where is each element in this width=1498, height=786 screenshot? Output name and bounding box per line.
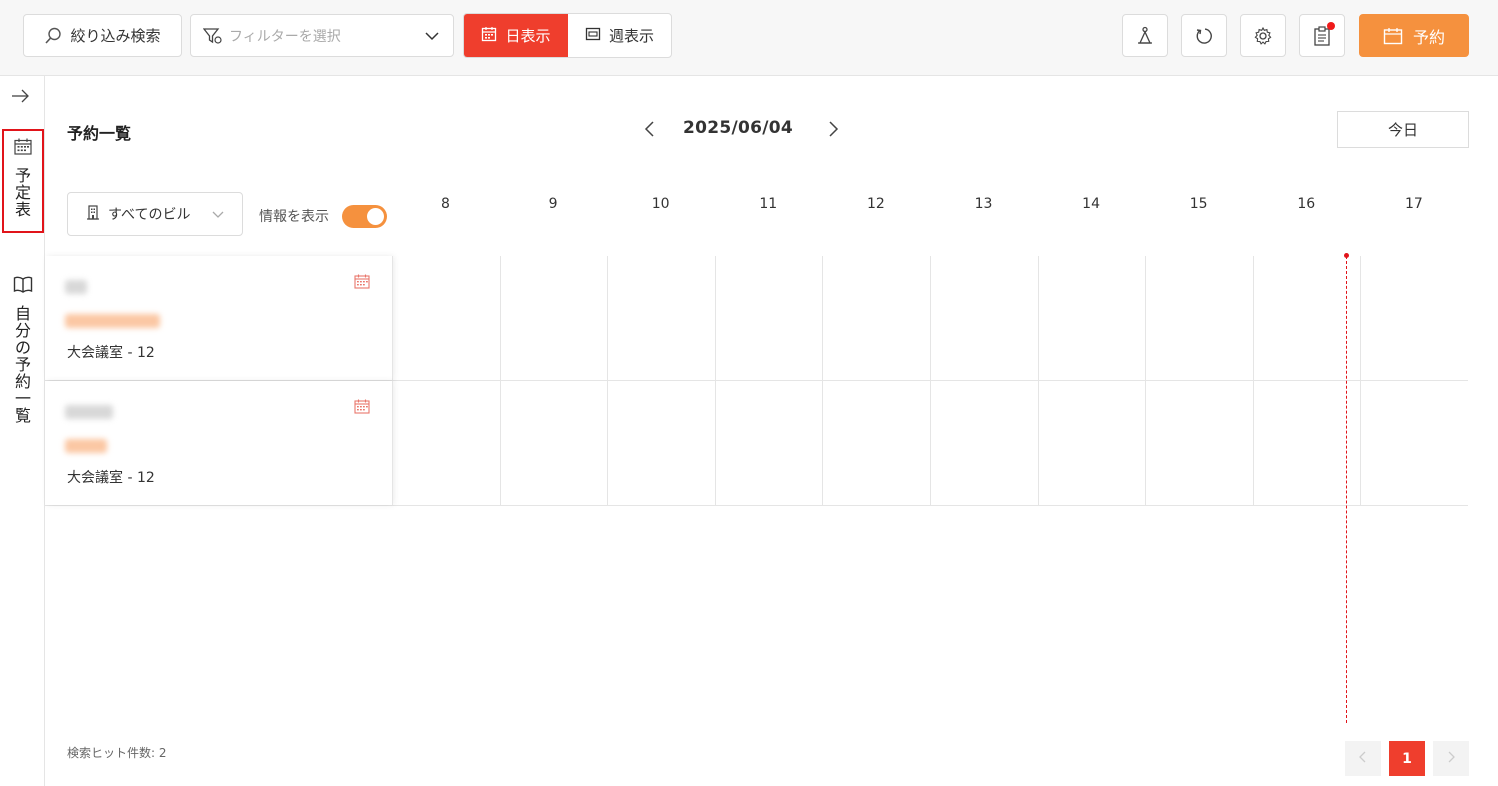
room-name: 大会議室 - 12 (67, 470, 155, 486)
top-toolbar: 絞り込み検索 フィルターを選択 日表示 週表示 予約 (0, 0, 1498, 76)
hour-label: 8 (441, 196, 450, 212)
toggle-knob (367, 208, 384, 225)
notification-dot (1327, 22, 1335, 30)
calendar-icon[interactable] (354, 274, 370, 293)
time-slot-cell[interactable] (930, 381, 1038, 505)
time-slot-cell[interactable] (392, 256, 500, 380)
filter-placeholder: フィルターを選択 (229, 28, 341, 45)
hour-label: 12 (866, 196, 885, 212)
filter-icon (203, 27, 223, 45)
time-slot-cell[interactable] (1360, 381, 1468, 505)
chevron-right-icon[interactable] (824, 119, 842, 143)
time-slot-cell[interactable] (1145, 256, 1253, 380)
view-toggle: 日表示 週表示 (463, 13, 672, 58)
week-calendar-icon (585, 26, 601, 46)
sidebar-item-my-reservations[interactable]: 自分の予約一覧 (2, 274, 44, 424)
time-slot-cell[interactable] (714, 381, 823, 505)
hour-label: 15 (1189, 196, 1208, 212)
navigation-button[interactable] (1122, 14, 1168, 57)
person-location-icon (1135, 26, 1155, 46)
hour-label: 17 (1404, 196, 1423, 212)
time-slot-cell[interactable] (392, 381, 500, 505)
page-title: 予約一覧 (67, 124, 132, 143)
filter-search-label: 絞り込み検索 (70, 27, 161, 45)
sidebar-item-label: 自分の予約一覧 (14, 304, 31, 425)
search-hit-count: 検索ヒット件数: 2 (67, 746, 167, 760)
time-slot-cell[interactable] (499, 381, 608, 505)
current-time-line (1346, 256, 1347, 723)
hour-label: 11 (759, 196, 778, 212)
room-card: 大会議室 - 12 (45, 381, 392, 505)
day-view-button[interactable]: 日表示 (464, 14, 568, 57)
hour-label: 14 (1082, 196, 1100, 212)
refresh-icon (1194, 26, 1214, 46)
calendar-add-icon (1383, 27, 1403, 45)
time-slot-cell[interactable] (1037, 381, 1146, 505)
hour-label: 16 (1297, 196, 1316, 212)
gear-icon (1253, 26, 1273, 46)
week-view-label: 週表示 (608, 27, 654, 45)
time-slot-cell[interactable] (822, 381, 930, 505)
pagination-prev-button[interactable] (1345, 741, 1381, 776)
building-select[interactable]: すべてのビル (67, 192, 243, 236)
room-name: 大会議室 - 12 (67, 345, 155, 361)
time-slot-cell[interactable] (822, 256, 930, 380)
reserve-button[interactable]: 予約 (1359, 14, 1469, 57)
room-row: 大会議室 - 12 (45, 381, 1468, 506)
book-icon (13, 276, 33, 297)
calendar-icon (481, 26, 497, 46)
today-button[interactable]: 今日 (1337, 111, 1469, 148)
day-view-label: 日表示 (505, 27, 551, 45)
pagination-page-button[interactable]: 1 (1389, 741, 1425, 776)
time-slot-cell[interactable] (1360, 256, 1468, 380)
chevron-left-icon (1358, 751, 1368, 767)
notifications-button[interactable] (1299, 14, 1345, 57)
pagination-next-button[interactable] (1433, 741, 1469, 776)
chevron-down-icon (425, 29, 439, 43)
week-view-button[interactable]: 週表示 (568, 14, 671, 57)
sidebar-item-label: 予定表 (14, 166, 31, 219)
building-icon (86, 204, 100, 224)
time-slot-cell[interactable] (1145, 381, 1253, 505)
chevron-down-icon (212, 209, 224, 225)
show-info-toggle[interactable] (342, 205, 387, 228)
room-subtitle-redacted (65, 314, 160, 328)
reserve-label: 予約 (1412, 27, 1445, 47)
time-slot-cell[interactable] (1037, 256, 1146, 380)
sidebar: 予定表 自分の予約一覧 (0, 76, 45, 786)
chevron-left-icon[interactable] (641, 119, 659, 143)
filter-select[interactable]: フィルターを選択 (190, 14, 454, 57)
refresh-button[interactable] (1181, 14, 1227, 57)
filter-search-button[interactable]: 絞り込み検索 (23, 14, 182, 57)
room-title-redacted (65, 280, 87, 294)
current-date: 2025/06/04 (683, 118, 794, 138)
chevron-right-icon (1446, 751, 1456, 767)
time-slot-cell[interactable] (499, 256, 608, 380)
hour-label: 13 (974, 196, 993, 212)
room-card: 大会議室 - 12 (45, 256, 392, 380)
search-icon (44, 27, 62, 45)
time-slot-cell[interactable] (930, 256, 1038, 380)
room-subtitle-redacted (65, 439, 107, 453)
time-slot-cell[interactable] (607, 381, 715, 505)
room-row: 大会議室 - 12 (45, 256, 1468, 381)
calendar-icon[interactable] (354, 399, 370, 418)
sidebar-item-schedule[interactable]: 予定表 (2, 129, 44, 233)
show-info-label: 情報を表示 (259, 209, 329, 225)
time-slot-cell[interactable] (714, 256, 823, 380)
time-slot-cell[interactable] (1252, 381, 1361, 505)
time-slot-cell[interactable] (1252, 256, 1361, 380)
arrow-right-icon[interactable] (11, 88, 31, 108)
building-select-label: すべてのビル (108, 207, 191, 223)
room-title-redacted (65, 405, 113, 419)
settings-button[interactable] (1240, 14, 1286, 57)
hour-label: 9 (548, 196, 558, 212)
time-slot-cell[interactable] (607, 256, 715, 380)
calendar-icon (14, 138, 32, 159)
hour-label: 10 (651, 196, 670, 212)
